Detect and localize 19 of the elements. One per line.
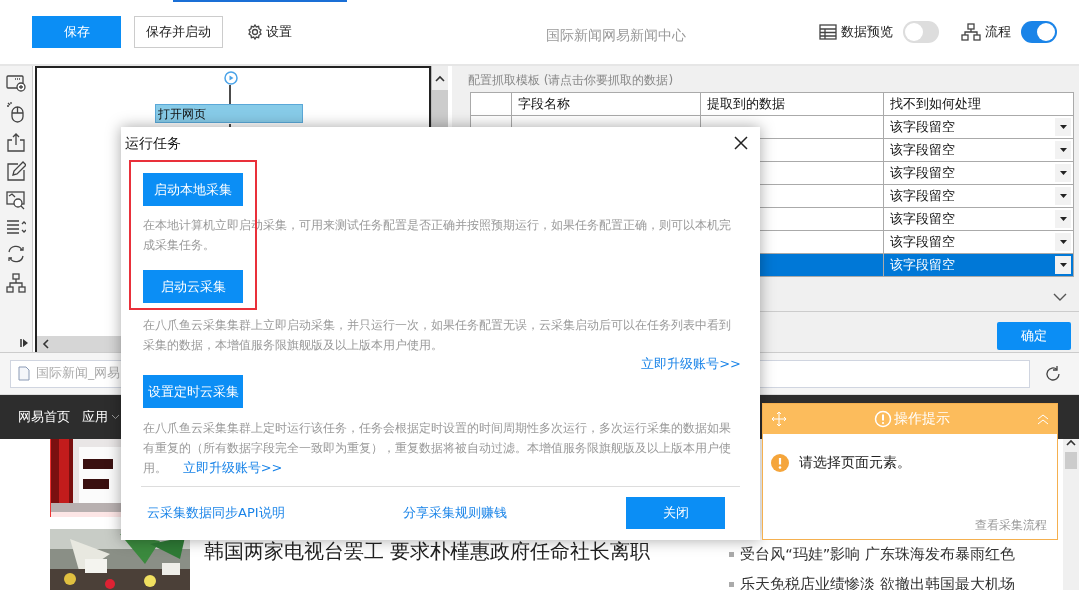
column-header: 找不到如何处理 [883,92,1074,116]
option-description: 在八爪鱼云采集集群上立即启动采集，并只运行一次，如果任务配置无误，云采集启动后可以在任务列表中看到采集的数据，本增值服务限旗舰版及以上版本用户使用。 [143,317,732,354]
table-cell: 该字段留空 [890,233,956,251]
column-header: 提取到的数据 [700,92,884,116]
option-description: 在八爪鱼云采集集群上定时运行该任务，任务会根据定时设置的时间周期性多次运行，多次运行采集的数据如果有重复的（所有数据字段完全一致即为重复），重复数据将被自动过滤。本增值服务限旗舰版及以上版本用户使用。 立即升级账号>> [143,420,732,477]
table-cell: 该字段留空 [890,164,956,182]
toggle-label: 数据预览 [841,23,893,41]
table-cell: 该字段留空 [890,256,956,274]
table-cell: 该字段留空 [890,118,956,136]
tips-title: 操作提示 [894,410,950,428]
tips-message: 请选择页面元素。 [799,454,911,472]
table-cell: 该字段留空 [890,187,956,205]
table-cell: 该字段留空 [890,141,956,159]
panel-title: 配置抓取模板 (请点击你要抓取的数据) [467,72,675,89]
dialog-title: 运行任务 [125,135,182,153]
toggle-label: 流程 [985,23,1011,41]
page-title: 国际新闻网易新闻中心 [545,27,686,45]
table-cell: 该字段留空 [890,210,956,228]
column-header: 字段名称 [511,92,701,116]
